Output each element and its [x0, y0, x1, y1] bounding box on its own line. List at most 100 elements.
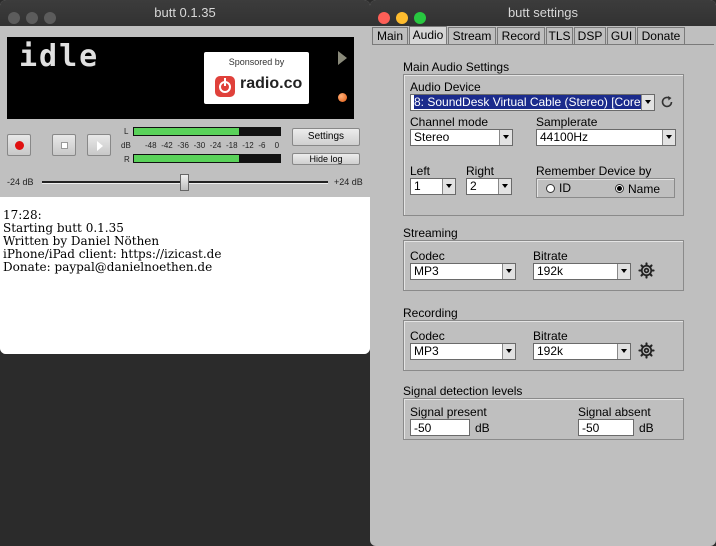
chevron-down-icon [662, 130, 675, 145]
vu-right-label: R [124, 155, 130, 164]
settings-window: butt settings Main Audio Stream Record TLS DS… [370, 0, 716, 546]
streaming-gear-icon[interactable] [638, 262, 655, 279]
window-controls [8, 7, 62, 24]
minimize-window-button[interactable] [26, 12, 38, 24]
signal-absent-unit: dB [639, 421, 654, 435]
log-line: Donate: paypal@danielnoethen.de [3, 260, 213, 274]
samplerate-value: 44100Hz [540, 130, 589, 144]
right-channel-select[interactable]: 2 [466, 178, 512, 195]
remember-by-id-radio[interactable] [546, 184, 555, 193]
recording-title: Recording [403, 306, 458, 320]
close-window-button[interactable] [378, 12, 390, 24]
recording-bitrate-value: 192k [537, 344, 564, 358]
record-icon [15, 141, 24, 150]
recording-codec-label: Codec [410, 329, 445, 343]
butt-main-window: butt 0.1.35 idle Sponsored by radio.co L… [0, 0, 370, 354]
zoom-window-button[interactable] [44, 12, 56, 24]
tab-main[interactable]: Main [372, 27, 408, 45]
left-channel-select[interactable]: 1 [410, 178, 456, 195]
vu-left-label: L [124, 127, 129, 136]
hide-log-button[interactable]: Hide log [292, 153, 360, 165]
settings-button[interactable]: Settings [292, 128, 360, 146]
streaming-codec-label: Codec [410, 249, 445, 263]
left-channel-label: Left [410, 164, 431, 178]
recording-codec-value: MP3 [414, 344, 439, 358]
zoom-window-button[interactable] [414, 12, 426, 24]
right-channel-label: Right [466, 164, 495, 178]
tab-audio[interactable]: Audio [409, 26, 447, 45]
settings-window-title: butt settings [507, 5, 579, 20]
vu-scale: -48 -42 -36 -30 -24 -18 -12 -6 0 [133, 141, 281, 151]
lcd-display[interactable]: idle Sponsored by radio.co [7, 37, 332, 119]
tab-tls[interactable]: TLS [546, 27, 573, 45]
streaming-bitrate-select[interactable]: 192k [533, 263, 631, 280]
sponsor-banner[interactable]: Sponsored by radio.co [204, 52, 309, 104]
vu-left-level [134, 128, 240, 135]
vu-scale-label: -30 [193, 141, 206, 150]
signal-absent-label: Signal absent [578, 405, 651, 419]
chevron-down-icon [498, 179, 511, 194]
vu-scale-label: -18 [226, 141, 238, 150]
chevron-down-icon [502, 344, 515, 359]
vu-scale-label: -6 [258, 141, 266, 150]
tab-stream[interactable]: Stream [448, 27, 496, 45]
play-icon [97, 141, 103, 151]
right-channel-value: 2 [470, 179, 477, 193]
log-area[interactable]: 17:28: Starting butt 0.1.35 Written by Dan… [0, 197, 370, 354]
status-led-icon [338, 93, 347, 102]
signal-present-unit: dB [475, 421, 490, 435]
streaming-title: Streaming [403, 226, 458, 240]
stop-icon [61, 142, 68, 149]
vu-scale-label: -12 [242, 141, 254, 150]
streaming-codec-select[interactable]: MP3 [410, 263, 516, 280]
streaming-codec-value: MP3 [414, 264, 439, 278]
vu-db-label: dB [121, 141, 131, 150]
settings-titlebar: butt settings [370, 0, 716, 26]
stop-button[interactable] [52, 134, 76, 156]
signal-absent-input[interactable] [578, 419, 634, 436]
vu-scale-label: -24 [209, 141, 222, 150]
play-button[interactable] [87, 134, 111, 156]
audio-tab-panel: Main Audio Settings Audio Device 8: Soun… [372, 44, 714, 544]
expand-arrow-icon[interactable] [338, 51, 347, 65]
radio-co-logo-icon [215, 76, 235, 97]
remember-device-label: Remember Device by [536, 164, 652, 178]
tab-gui[interactable]: GUI [607, 27, 636, 45]
record-button[interactable] [7, 134, 31, 156]
remember-by-name-radio[interactable] [615, 184, 624, 193]
channel-mode-label: Channel mode [410, 115, 489, 129]
audio-device-label: Audio Device [410, 80, 481, 94]
recording-bitrate-select[interactable]: 192k [533, 343, 631, 360]
samplerate-label: Samplerate [536, 115, 598, 129]
minimize-window-button[interactable] [396, 12, 408, 24]
gain-slider-thumb[interactable] [180, 174, 189, 191]
gain-max-label: +24 dB [334, 177, 363, 187]
main-audio-title: Main Audio Settings [403, 60, 510, 74]
recording-gear-icon[interactable] [638, 342, 655, 359]
sponsor-label: Sponsored by [228, 57, 285, 67]
vu-left-bar [133, 127, 281, 136]
audio-device-select[interactable]: 8: SoundDesk Virtual Cable (Stereo) [Cor… [410, 94, 655, 111]
audio-device-value: 8: SoundDesk Virtual Cable (Stereo) [Cor… [414, 95, 641, 109]
streaming-bitrate-label: Bitrate [533, 249, 568, 263]
channel-mode-select[interactable]: Stereo [410, 129, 513, 146]
chevron-down-icon [502, 264, 515, 279]
signal-present-label: Signal present [410, 405, 487, 419]
tab-record[interactable]: Record [497, 27, 545, 45]
vu-scale-label: -48 [145, 141, 157, 150]
vu-scale-label: -36 [177, 141, 189, 150]
recording-bitrate-label: Bitrate [533, 329, 568, 343]
chevron-down-icon [641, 95, 654, 110]
refresh-icon[interactable] [660, 95, 674, 109]
tab-donate[interactable]: Donate [637, 27, 685, 45]
signal-present-input[interactable] [410, 419, 470, 436]
recording-codec-select[interactable]: MP3 [410, 343, 516, 360]
main-window-title: butt 0.1.35 [154, 5, 216, 20]
streaming-bitrate-value: 192k [537, 264, 564, 278]
chevron-down-icon [499, 130, 512, 145]
sponsor-name: radio.co [240, 75, 303, 92]
close-window-button[interactable] [8, 12, 20, 24]
window-controls [378, 7, 432, 24]
samplerate-select[interactable]: 44100Hz [536, 129, 676, 146]
tab-dsp[interactable]: DSP [574, 27, 606, 45]
